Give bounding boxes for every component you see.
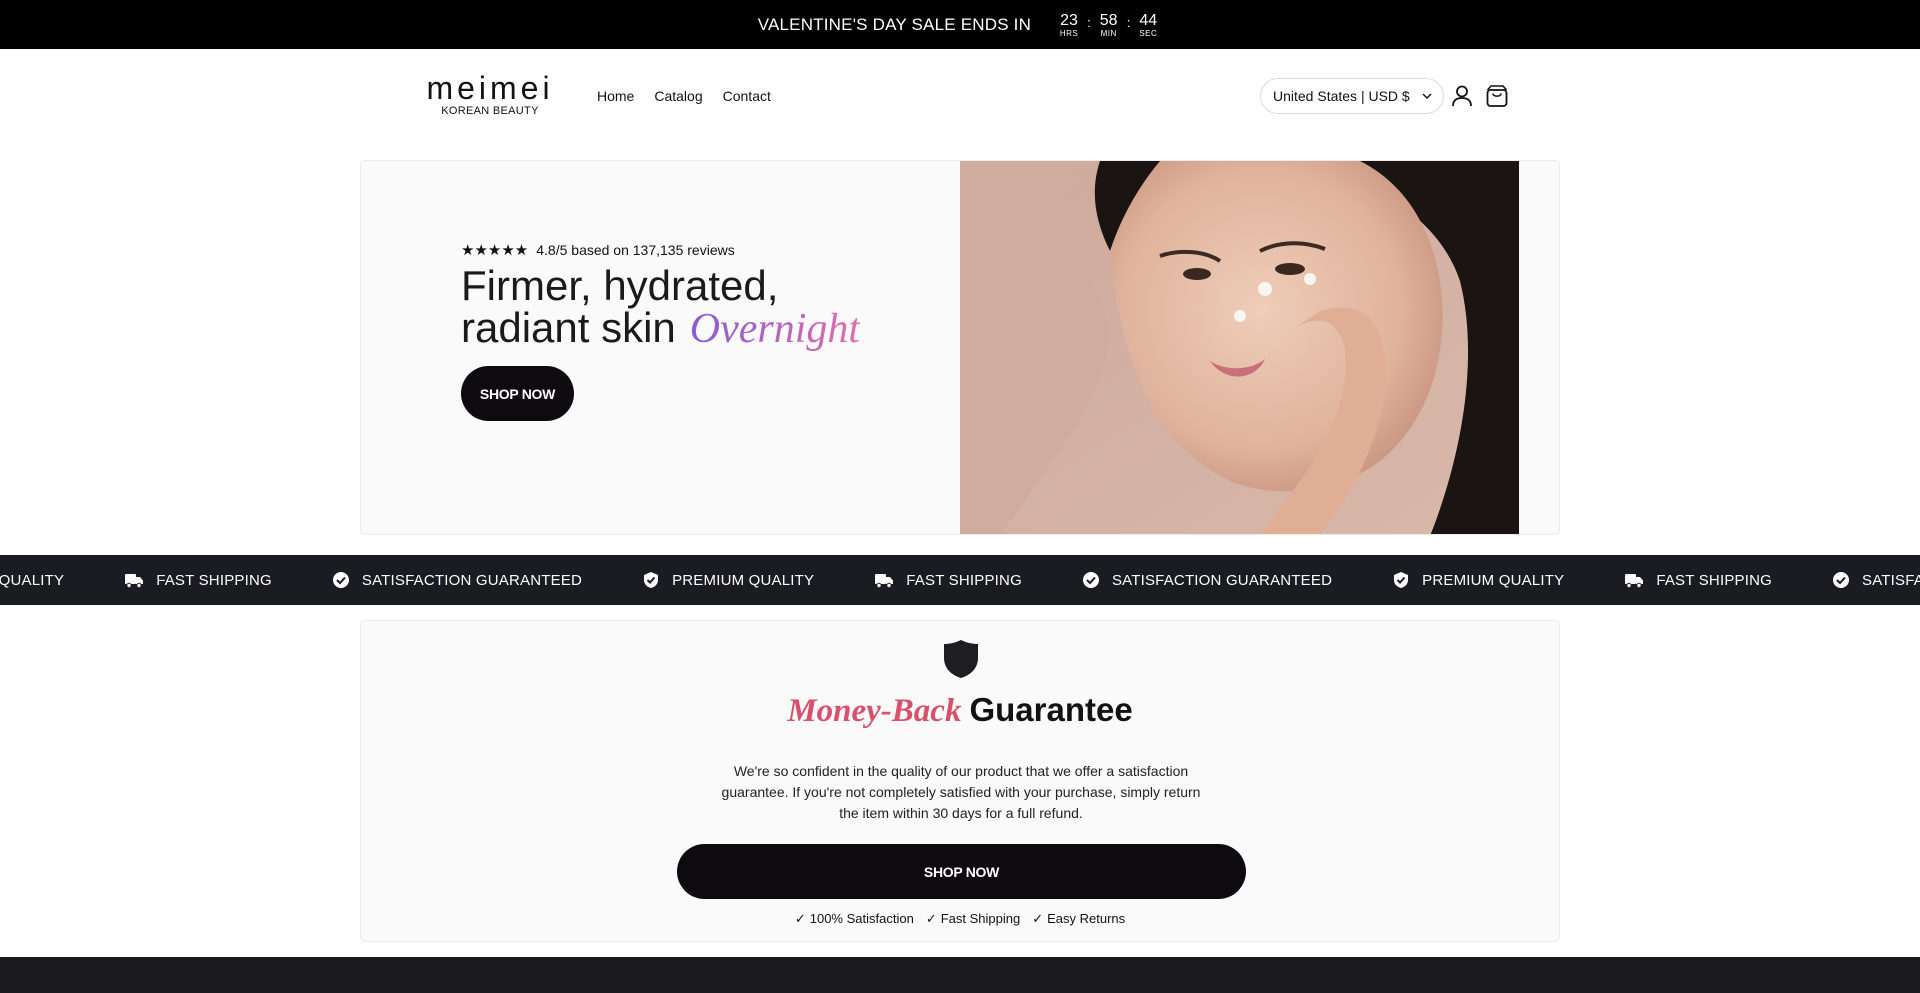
timer-separator: :	[1087, 15, 1091, 30]
marquee-item: FAST SHIPPING	[124, 571, 272, 589]
guarantee-title: Money-Back Guarantee	[361, 691, 1559, 730]
marquee-label: SATISFACTION GUARANTEED	[361, 571, 583, 589]
hero-title: Firmer, hydrated, radiant skin Overnight	[461, 262, 861, 352]
check-circle-icon	[332, 571, 350, 589]
check-label: 100% Satisfaction	[809, 911, 914, 926]
marquee-item: FAST SHIPPING	[874, 571, 1022, 589]
benefits-marquee: PREMIUM QUALITY FAST SHIPPING SATISFACTI…	[0, 555, 1920, 605]
timer-seconds-label: SEC	[1139, 28, 1158, 38]
guarantee-title-accent: Money-Back	[787, 693, 962, 729]
badge-check-icon	[1392, 571, 1410, 589]
marquee-label: FAST SHIPPING	[1656, 571, 1772, 589]
hero-title-accent: Overnight	[689, 306, 861, 352]
marquee-label: FAST SHIPPING	[156, 571, 272, 589]
footer-bar	[0, 957, 1920, 993]
marquee-item: SATISFACTION GUARANTEED	[1082, 571, 1332, 589]
announcement-bar: VALENTINE'S DAY SALE ENDS IN 23 HRS : 58…	[0, 0, 1920, 49]
timer-hours-label: HRS	[1059, 28, 1079, 38]
marquee-label: SATISFACTION GUARANTEED	[1111, 571, 1333, 589]
marquee-item: PREMIUM QUALITY	[0, 571, 64, 589]
check-circle-icon	[1832, 571, 1850, 589]
nav-contact[interactable]: Contact	[723, 88, 771, 104]
hero-shop-now-button[interactable]: SHOP NOW	[461, 366, 574, 421]
timer-seconds-value: 44	[1139, 11, 1158, 29]
rating-text: 4.8/5 based on 137,135 reviews	[536, 242, 735, 258]
marquee-label: PREMIUM QUALITY	[672, 571, 815, 589]
locale-selector[interactable]: United States | USD $	[1260, 78, 1444, 114]
main-nav: Home Catalog Contact	[597, 88, 771, 104]
check-circle-icon	[1082, 571, 1100, 589]
cart-icon[interactable]	[1484, 83, 1510, 109]
countdown-timer: 23 HRS : 58 MIN : 44 SEC	[1055, 12, 1162, 38]
hero-title-line2: radiant skin	[461, 304, 676, 351]
hero-rating: ★★★★★ 4.8/5 based on 137,135 reviews	[461, 241, 860, 259]
check-label: Easy Returns	[1047, 911, 1126, 926]
marquee-item: SATISFACTION GUARANTEED	[1832, 571, 1920, 589]
guarantee-checks: ✓ 100% Satisfaction ✓ Fast Shipping ✓ Easy …	[361, 911, 1559, 927]
truck-icon	[874, 571, 894, 589]
timer-separator: :	[1126, 15, 1131, 30]
guarantee-title-rest: Guarantee	[969, 691, 1133, 728]
marquee-label: PREMIUM QUALITY	[0, 571, 65, 589]
marquee-track: PREMIUM QUALITY FAST SHIPPING SATISFACTI…	[0, 555, 1920, 605]
guarantee-body: We're so confident in the quality of our…	[721, 763, 1201, 821]
announcement-message: VALENTINE'S DAY SALE ENDS IN	[757, 14, 1032, 34]
logo-subtitle: KOREAN BEAUTY	[441, 105, 539, 117]
guarantee-shop-now-button[interactable]: SHOP NOW	[677, 844, 1246, 899]
truck-icon	[1624, 571, 1644, 589]
marquee-label: FAST SHIPPING	[906, 571, 1022, 589]
badge-check-icon	[642, 571, 660, 589]
check-item: ✓ Easy Returns	[1032, 911, 1125, 927]
timer-minutes: 58 MIN	[1095, 12, 1123, 38]
check-icon: ✓	[794, 911, 806, 926]
marquee-item: FAST SHIPPING	[1624, 571, 1772, 589]
marquee-label: PREMIUM QUALITY	[1422, 571, 1565, 589]
shield-icon	[943, 639, 979, 684]
check-icon: ✓	[925, 911, 937, 926]
site-logo[interactable]: meimei KOREAN BEAUTY	[424, 70, 556, 117]
hero-content: ★★★★★ 4.8/5 based on 137,135 reviews Fir…	[461, 241, 860, 421]
timer-hours: 23 HRS	[1055, 12, 1083, 38]
truck-icon	[124, 571, 144, 589]
hero-banner: ★★★★★ 4.8/5 based on 137,135 reviews Fir…	[360, 160, 1560, 535]
hero-model-image	[960, 161, 1519, 534]
logo-name: meimei	[426, 70, 554, 106]
nav-catalog[interactable]: Catalog	[654, 88, 702, 104]
marquee-item: PREMIUM QUALITY	[642, 571, 814, 589]
site-header: meimei KOREAN BEAUTY Home Catalog Contac…	[0, 49, 1920, 144]
account-icon[interactable]	[1449, 83, 1475, 109]
marquee-item: SATISFACTION GUARANTEED	[332, 571, 582, 589]
chevron-down-icon	[1421, 89, 1433, 106]
check-item: ✓ Fast Shipping	[926, 911, 1020, 927]
marquee-label: SATISFACTION GUARANTEED	[1862, 571, 1920, 589]
check-item: ✓ 100% Satisfaction	[795, 911, 914, 927]
hero-title-line1: Firmer, hydrated,	[461, 262, 779, 309]
locale-label: United States | USD $	[1273, 88, 1410, 104]
nav-home[interactable]: Home	[597, 88, 634, 104]
timer-hours-value: 23	[1060, 11, 1078, 29]
star-rating-icon: ★★★★★	[461, 242, 529, 259]
marquee-item: PREMIUM QUALITY	[1392, 571, 1564, 589]
check-icon: ✓	[1032, 911, 1044, 926]
check-label: Fast Shipping	[940, 911, 1021, 926]
guarantee-section: Money-Back Guarantee We're so confident i…	[360, 620, 1560, 942]
timer-seconds: 44 SEC	[1134, 12, 1162, 38]
timer-minutes-label: MIN	[1100, 28, 1117, 38]
timer-minutes-value: 58	[1099, 11, 1118, 29]
